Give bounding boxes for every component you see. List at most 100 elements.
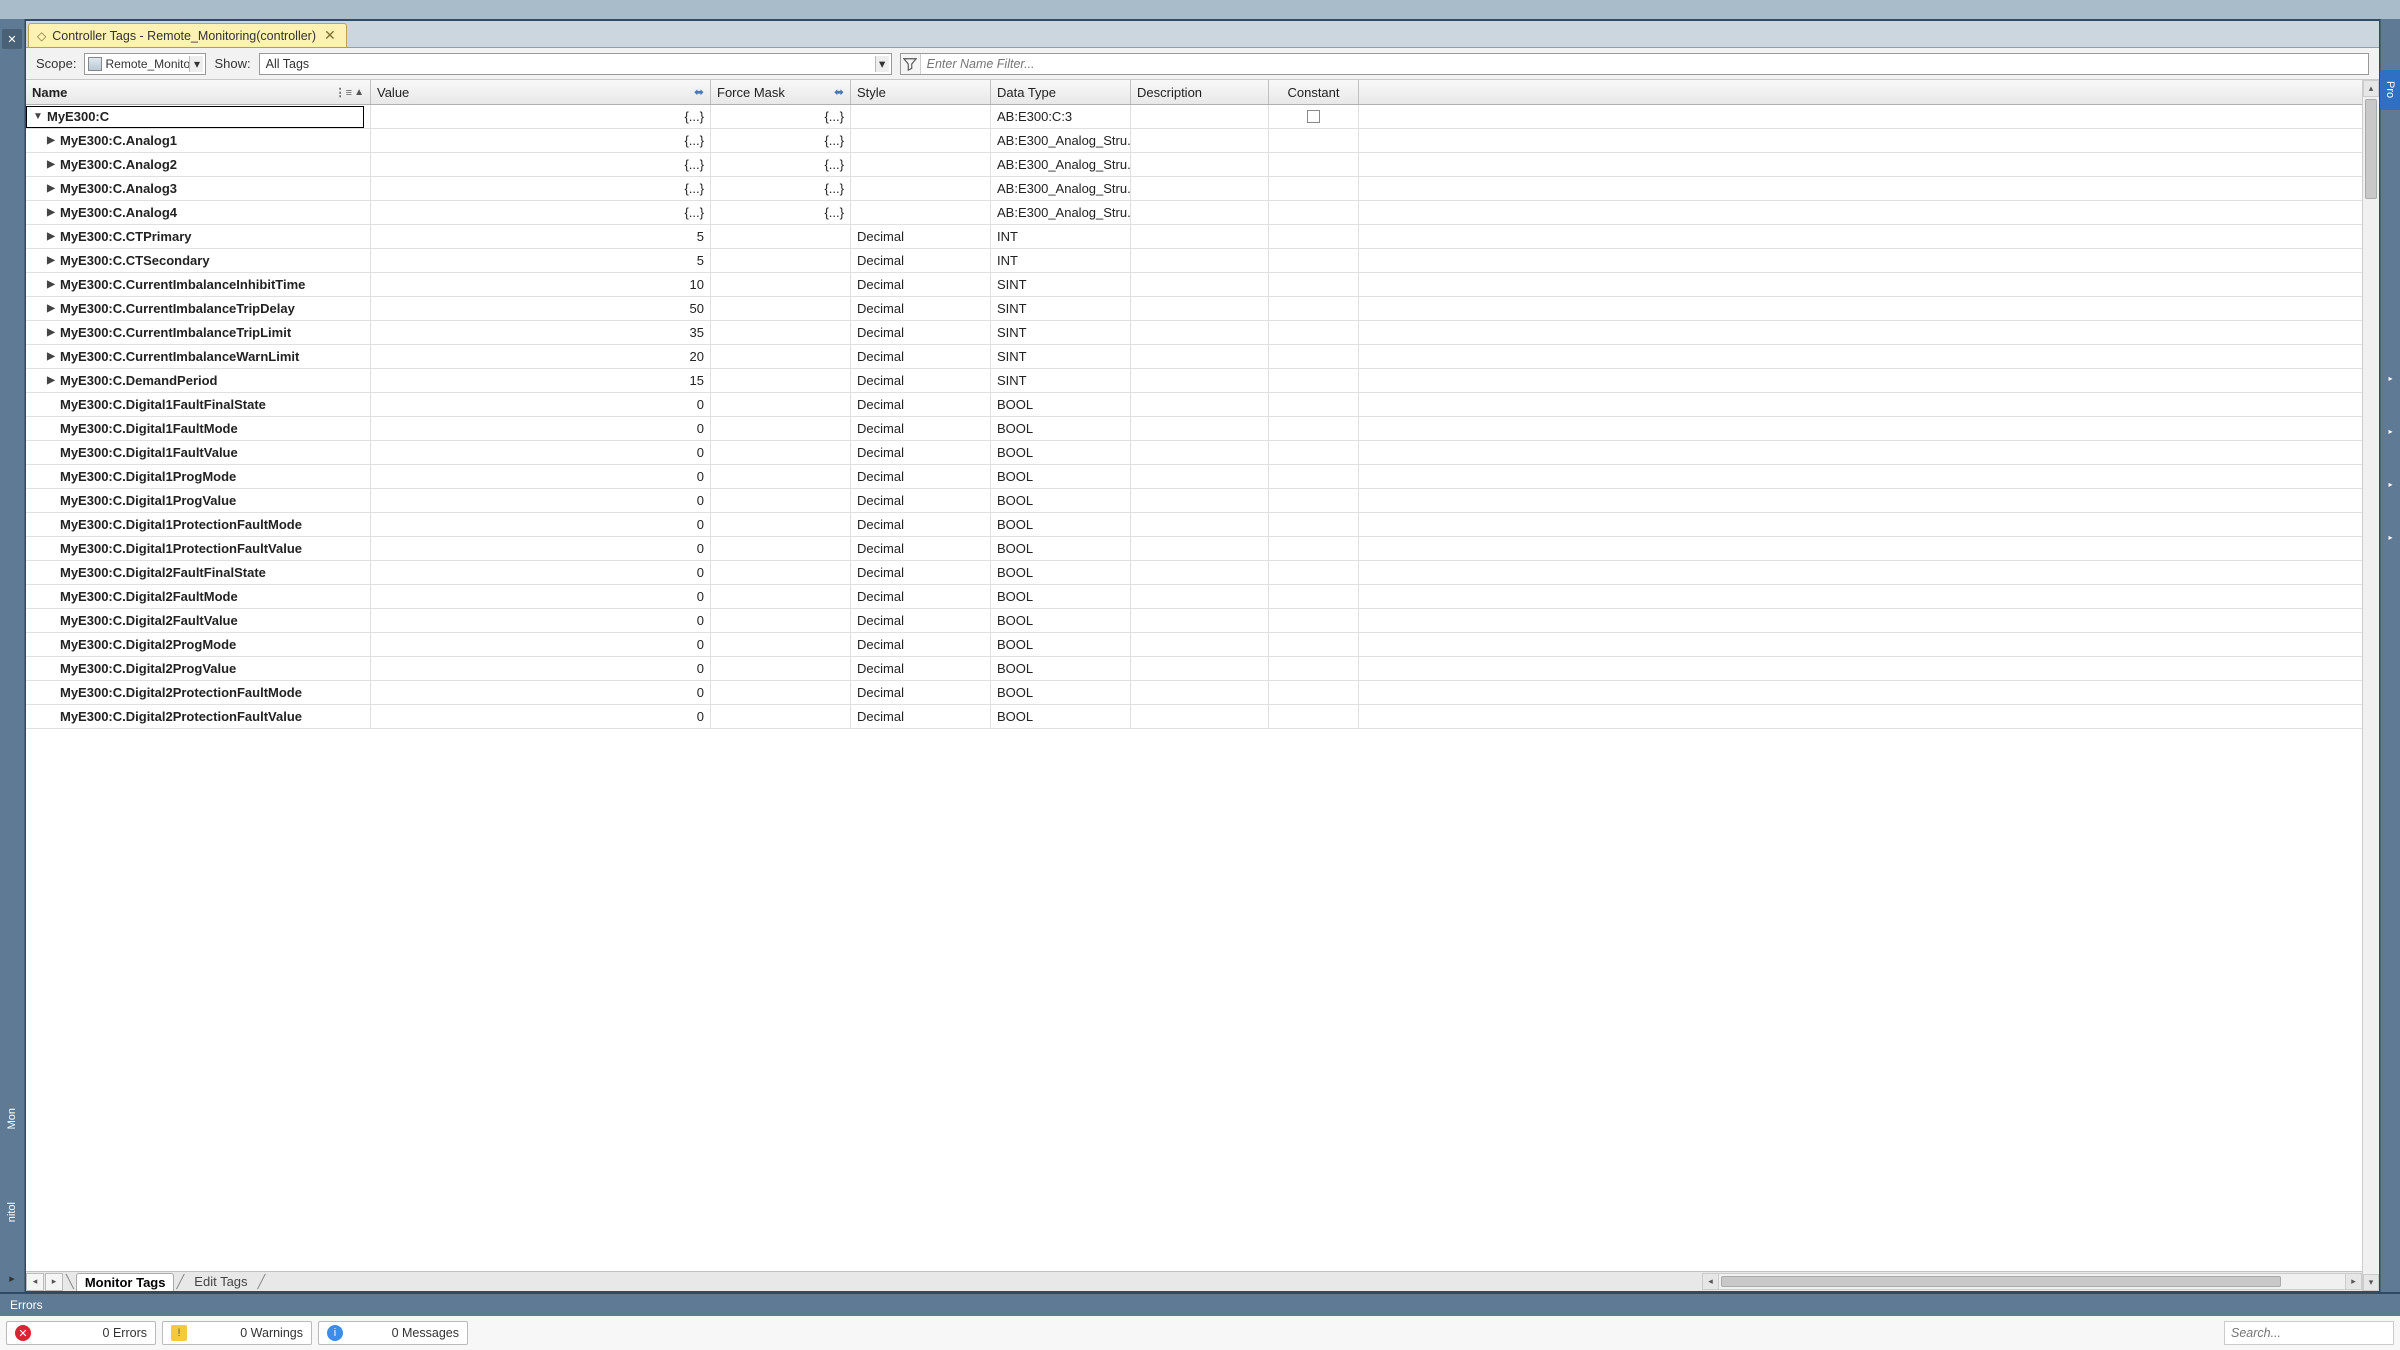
tag-description[interactable] xyxy=(1131,489,1269,512)
tag-constant[interactable] xyxy=(1269,609,1359,632)
tag-constant[interactable] xyxy=(1269,537,1359,560)
tag-style[interactable]: Decimal xyxy=(851,489,991,512)
table-row[interactable]: ▶MyE300:C.CurrentImbalanceTripLimit35Dec… xyxy=(26,321,2362,345)
tag-constant[interactable] xyxy=(1269,273,1359,296)
tag-constant[interactable] xyxy=(1269,393,1359,416)
tag-description[interactable] xyxy=(1131,633,1269,656)
tag-force-mask[interactable] xyxy=(711,609,851,632)
table-row[interactable]: MyE300:C.Digital2ProgValue0DecimalBOOL xyxy=(26,657,2362,681)
warnings-chip[interactable]: ! 0 Warnings xyxy=(162,1321,312,1345)
tag-description[interactable] xyxy=(1131,585,1269,608)
table-row[interactable]: ▶MyE300:C.CurrentImbalanceTripDelay50Dec… xyxy=(26,297,2362,321)
tag-value[interactable]: 0 xyxy=(371,489,711,512)
tag-style[interactable]: Decimal xyxy=(851,609,991,632)
tag-description[interactable] xyxy=(1131,225,1269,248)
tag-description[interactable] xyxy=(1131,321,1269,344)
flyout-button[interactable]: ▸ xyxy=(2388,374,2392,383)
table-row[interactable]: MyE300:C.Digital2ProtectionFaultValue0De… xyxy=(26,705,2362,729)
tag-force-mask[interactable] xyxy=(711,537,851,560)
tag-style[interactable]: Decimal xyxy=(851,369,991,392)
tag-style[interactable]: Decimal xyxy=(851,441,991,464)
tag-constant[interactable] xyxy=(1269,177,1359,200)
table-row[interactable]: ▼MyE300:C{...}{...}AB:E300:C:3 xyxy=(26,105,2362,129)
tag-force-mask[interactable] xyxy=(711,273,851,296)
expand-toggle[interactable]: ▶ xyxy=(44,255,58,266)
scroll-thumb[interactable] xyxy=(1721,1276,2281,1287)
errors-search-input[interactable] xyxy=(2225,1326,2393,1340)
table-row[interactable]: MyE300:C.Digital2ProtectionFaultMode0Dec… xyxy=(26,681,2362,705)
column-header-style[interactable]: Style xyxy=(851,80,991,104)
tag-value[interactable]: {...} xyxy=(371,153,711,176)
expand-toggle[interactable]: ▶ xyxy=(44,159,58,170)
expand-toggle[interactable]: ▶ xyxy=(44,135,58,146)
tag-description[interactable] xyxy=(1131,297,1269,320)
tag-value[interactable]: 0 xyxy=(371,465,711,488)
table-row[interactable]: ▶MyE300:C.Analog2{...}{...}AB:E300_Analo… xyxy=(26,153,2362,177)
tag-value[interactable]: 0 xyxy=(371,537,711,560)
tag-value[interactable]: 0 xyxy=(371,609,711,632)
tag-constant[interactable] xyxy=(1269,225,1359,248)
tag-value[interactable]: {...} xyxy=(371,129,711,152)
scroll-thumb[interactable] xyxy=(2365,99,2377,199)
horizontal-scrollbar[interactable]: ◂ ▸ xyxy=(1702,1273,2362,1290)
table-row[interactable]: ▶MyE300:C.CTSecondary5DecimalINT xyxy=(26,249,2362,273)
show-select[interactable]: All Tags ▾ xyxy=(259,53,892,75)
tag-style[interactable]: Decimal xyxy=(851,321,991,344)
table-row[interactable]: MyE300:C.Digital1FaultMode0DecimalBOOL xyxy=(26,417,2362,441)
scroll-left-button[interactable]: ◂ xyxy=(1702,1273,1719,1290)
tag-constant[interactable] xyxy=(1269,297,1359,320)
tag-constant[interactable] xyxy=(1269,657,1359,680)
tag-value[interactable]: 0 xyxy=(371,393,711,416)
column-header-name[interactable]: Name ⋮≡ ▲ xyxy=(26,80,371,104)
table-row[interactable]: ▶MyE300:C.Analog4{...}{...}AB:E300_Analo… xyxy=(26,201,2362,225)
tag-constant[interactable] xyxy=(1269,129,1359,152)
table-row[interactable]: ▶MyE300:C.DemandPeriod15DecimalSINT xyxy=(26,369,2362,393)
tag-value[interactable]: 0 xyxy=(371,417,711,440)
tag-description[interactable] xyxy=(1131,345,1269,368)
tag-force-mask[interactable] xyxy=(711,225,851,248)
tag-force-mask[interactable] xyxy=(711,393,851,416)
flyout-button[interactable]: ▸ xyxy=(2388,533,2392,542)
tag-description[interactable] xyxy=(1131,129,1269,152)
tag-constant[interactable] xyxy=(1269,249,1359,272)
tag-style[interactable]: Decimal xyxy=(851,681,991,704)
expand-toggle[interactable]: ▶ xyxy=(44,327,58,338)
errors-chip[interactable]: ✕ 0 Errors xyxy=(6,1321,156,1345)
tag-style[interactable] xyxy=(851,105,991,128)
flyout-button[interactable]: ▸ xyxy=(2388,480,2392,489)
tag-constant[interactable] xyxy=(1269,345,1359,368)
tag-constant[interactable] xyxy=(1269,417,1359,440)
table-row[interactable]: MyE300:C.Digital2FaultFinalState0Decimal… xyxy=(26,561,2362,585)
tag-style[interactable]: Decimal xyxy=(851,393,991,416)
tag-force-mask[interactable] xyxy=(711,633,851,656)
tag-constant[interactable] xyxy=(1269,441,1359,464)
table-row[interactable]: MyE300:C.Digital2ProgMode0DecimalBOOL xyxy=(26,633,2362,657)
tag-force-mask[interactable] xyxy=(711,417,851,440)
properties-panel-button[interactable]: Pro xyxy=(2380,70,2400,110)
tag-description[interactable] xyxy=(1131,513,1269,536)
tab-edit-tags[interactable]: Edit Tags xyxy=(186,1273,255,1291)
tag-description[interactable] xyxy=(1131,465,1269,488)
table-row[interactable]: MyE300:C.Digital1ProgMode0DecimalBOOL xyxy=(26,465,2362,489)
tag-style[interactable]: Decimal xyxy=(851,225,991,248)
table-row[interactable]: ▶MyE300:C.Analog3{...}{...}AB:E300_Analo… xyxy=(26,177,2362,201)
tag-value[interactable]: 10 xyxy=(371,273,711,296)
expand-toggle[interactable]: ▶ xyxy=(44,351,58,362)
name-filter-input[interactable] xyxy=(921,57,2368,71)
tag-force-mask[interactable] xyxy=(711,657,851,680)
close-panel-button[interactable]: ✕ xyxy=(2,29,22,49)
tag-force-mask[interactable] xyxy=(711,513,851,536)
tag-constant[interactable] xyxy=(1269,465,1359,488)
tag-style[interactable]: Decimal xyxy=(851,345,991,368)
tag-force-mask[interactable] xyxy=(711,441,851,464)
column-header-value[interactable]: Value ⬌ xyxy=(371,80,711,104)
tag-force-mask[interactable] xyxy=(711,705,851,728)
tag-constant[interactable] xyxy=(1269,369,1359,392)
tag-constant[interactable] xyxy=(1269,201,1359,224)
tag-style[interactable]: Decimal xyxy=(851,633,991,656)
table-row[interactable]: ▶MyE300:C.CurrentImbalanceInhibitTime10D… xyxy=(26,273,2362,297)
table-row[interactable]: MyE300:C.Digital2FaultValue0DecimalBOOL xyxy=(26,609,2362,633)
tag-constant[interactable] xyxy=(1269,705,1359,728)
close-tab-button[interactable]: ✕ xyxy=(322,27,338,44)
tag-value[interactable]: {...} xyxy=(371,201,711,224)
